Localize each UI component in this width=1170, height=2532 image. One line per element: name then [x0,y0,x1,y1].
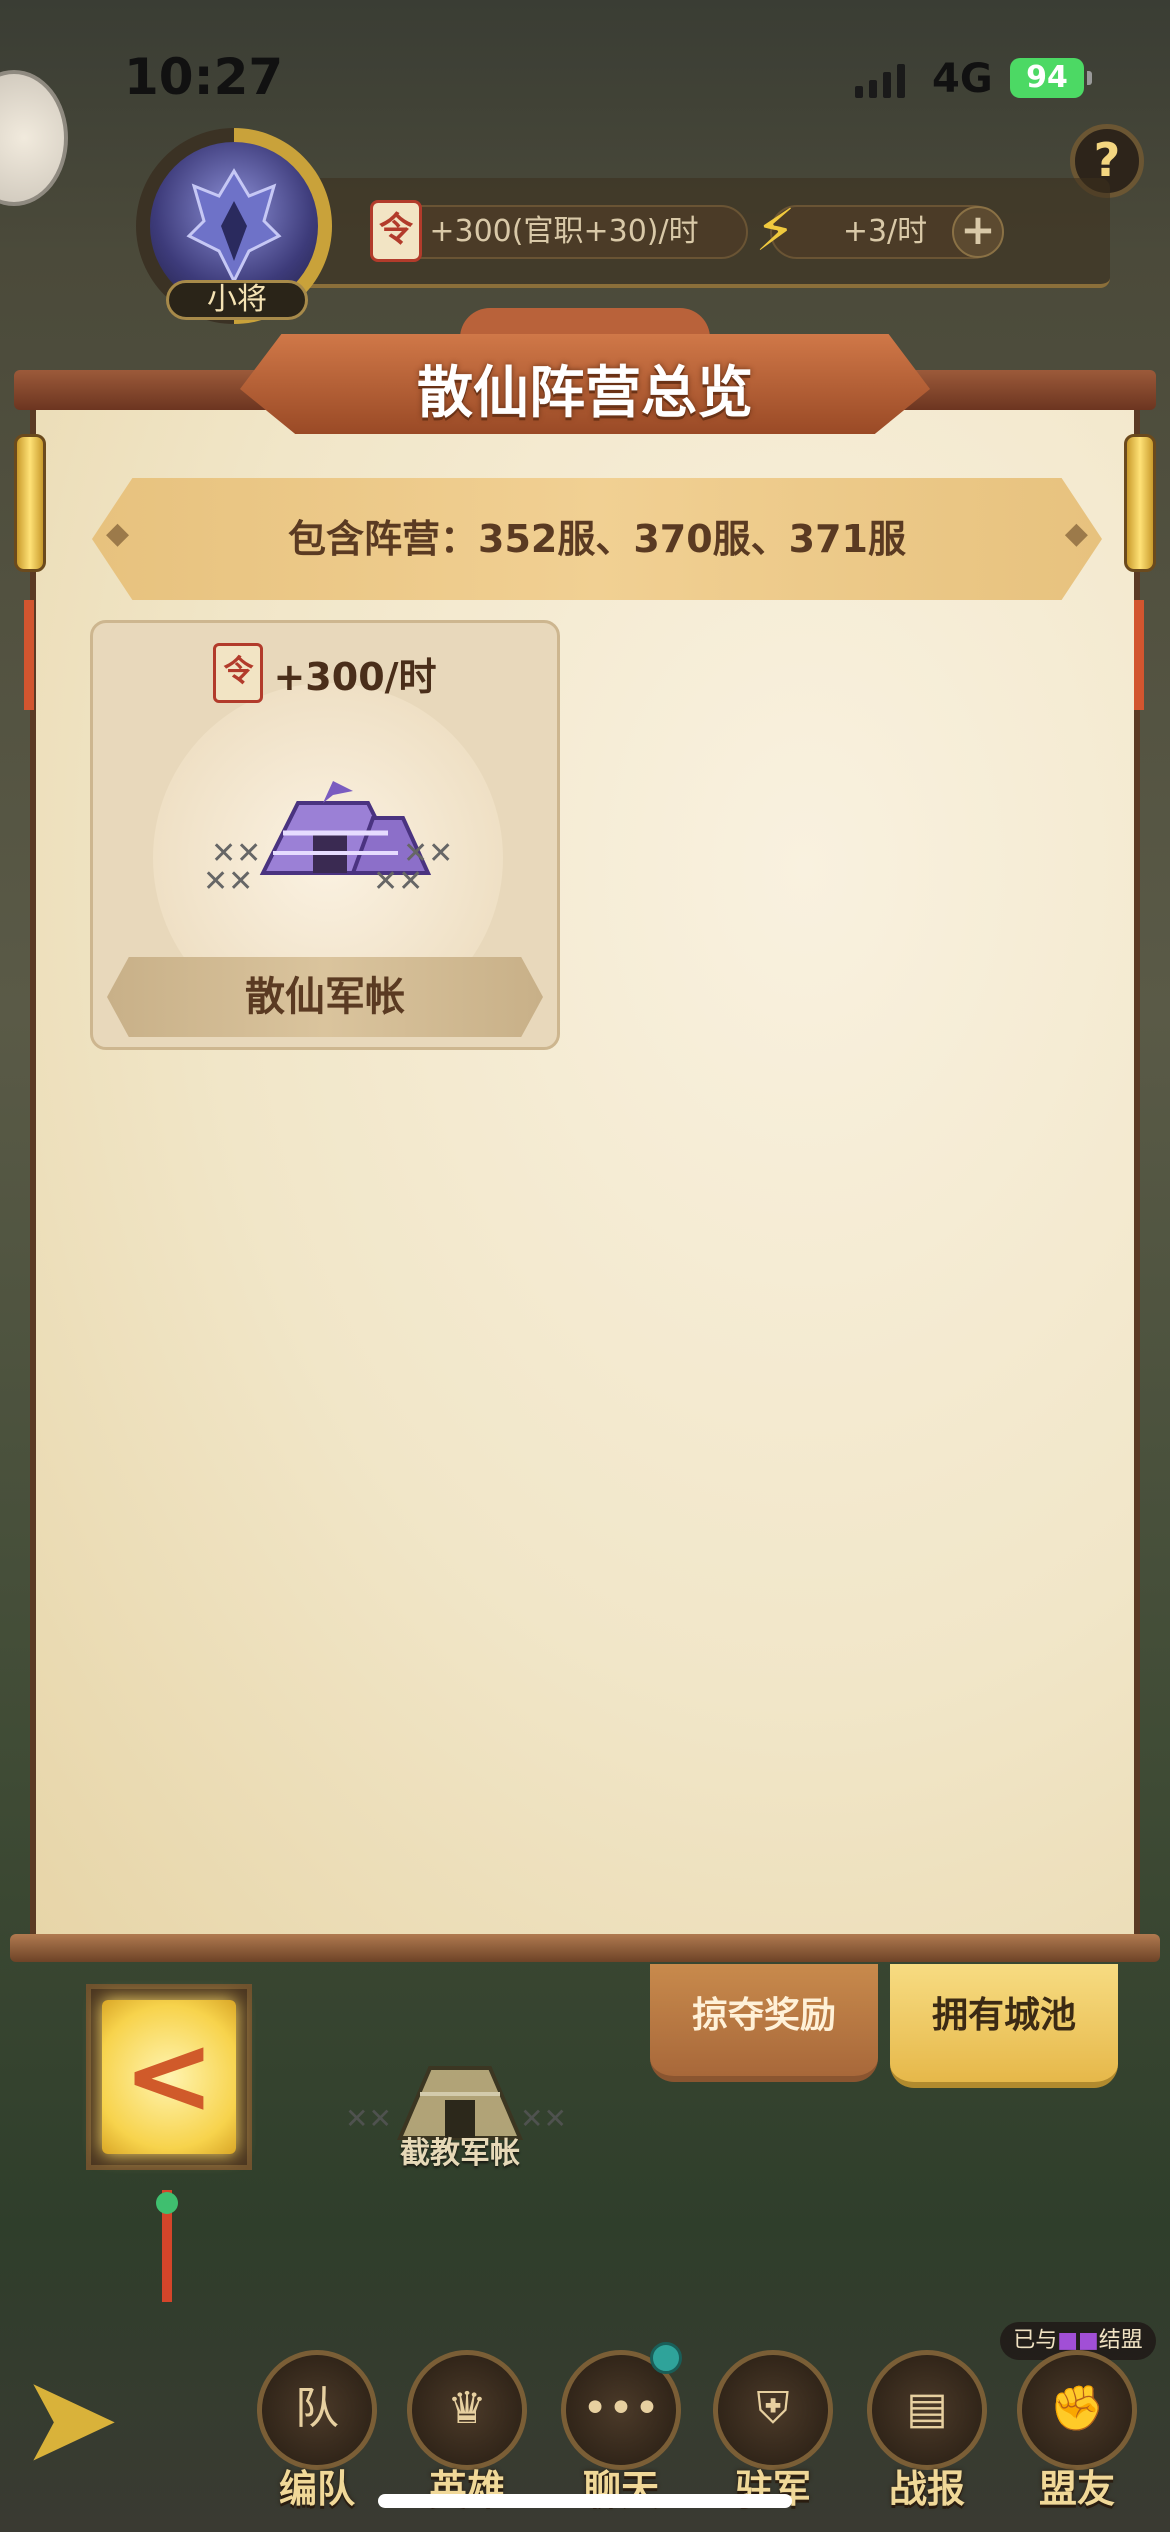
camp-name: 散仙军帐 [245,974,405,1020]
svg-text:✕✕: ✕✕ [373,864,423,893]
page-title: 散仙阵营总览 [417,361,753,426]
chevron-left-icon: < [122,2011,216,2139]
lightning-icon: ⚡ [755,196,796,264]
helmet-graphic [186,168,282,285]
signal-icon [855,62,905,98]
camp-income: 令 +300/时 [93,643,557,703]
scroll-knob-right [1124,434,1156,572]
report-icon: ▤ [867,2350,987,2470]
nav-label: 编队 [278,2467,355,2511]
nav-formation[interactable]: 队 编队 [252,2350,382,2520]
camp-label-band: 散仙军帐 [107,957,543,1037]
servers-text: 包含阵营：352服、370服、371服 [288,517,906,561]
side-strip-left [24,600,34,710]
nav-label: 盟友 [1038,2467,1115,2511]
formation-icon: 队 [257,2350,377,2470]
scroll-icon: 令 [213,643,264,703]
hero-icon: ♛ [407,2350,527,2470]
network-type: 4G [932,56,993,102]
servers-banner: 包含阵营：352服、370服、371服 [92,478,1102,600]
tassel-bead [156,2192,178,2214]
faction-overview-panel: 包含阵营：352服、370服、371服 令 +300/时 ✕✕ ✕✕ ✕✕ ✕✕ [10,308,1160,1970]
scroll-icon: 令 [370,200,422,262]
home-indicator[interactable] [378,2494,792,2508]
camp-card[interactable]: 令 +300/时 ✕✕ ✕✕ ✕✕ ✕✕ 散仙军帐 [90,620,560,1050]
income-rate: +300(官职+30)/时 [380,205,748,259]
map-tent-label: 截教军帐 [400,2136,520,2171]
scroll-knob-left [14,434,46,572]
tent-icon: ✕✕ ✕✕ ✕✕ ✕✕ [203,781,453,893]
add-energy-button[interactable]: + [952,206,1004,258]
side-strip-right [1134,600,1144,710]
battery-icon: 94 [1010,58,1092,98]
back-button[interactable]: < [102,2000,236,2154]
notification-dot [650,2342,682,2374]
nav-allies[interactable]: ✊ 盟友 [1012,2350,1142,2520]
tab-plunder-rewards[interactable]: 掠夺奖励 [650,1964,878,2082]
panel-rod-bottom [10,1934,1160,1962]
title-plaque: 散仙阵营总览 [240,308,930,440]
status-time: 10:27 [124,48,284,106]
tab-owned-cities[interactable]: 拥有城池 [890,1964,1118,2088]
nav-battle-report[interactable]: ▤ 战报 [862,2350,992,2520]
svg-text:✕✕: ✕✕ [203,864,253,893]
camp-income-text: +300/时 [273,654,437,699]
allies-icon: ✊ [1017,2350,1137,2470]
panel-paper: 包含阵营：352服、370服、371服 令 +300/时 ✕✕ ✕✕ ✕✕ ✕✕ [30,410,1140,1938]
status-bar: 10:27 4G 94 [0,0,1170,150]
nav-label: 战报 [888,2467,965,2511]
garrison-icon: ⛨ [713,2350,833,2470]
